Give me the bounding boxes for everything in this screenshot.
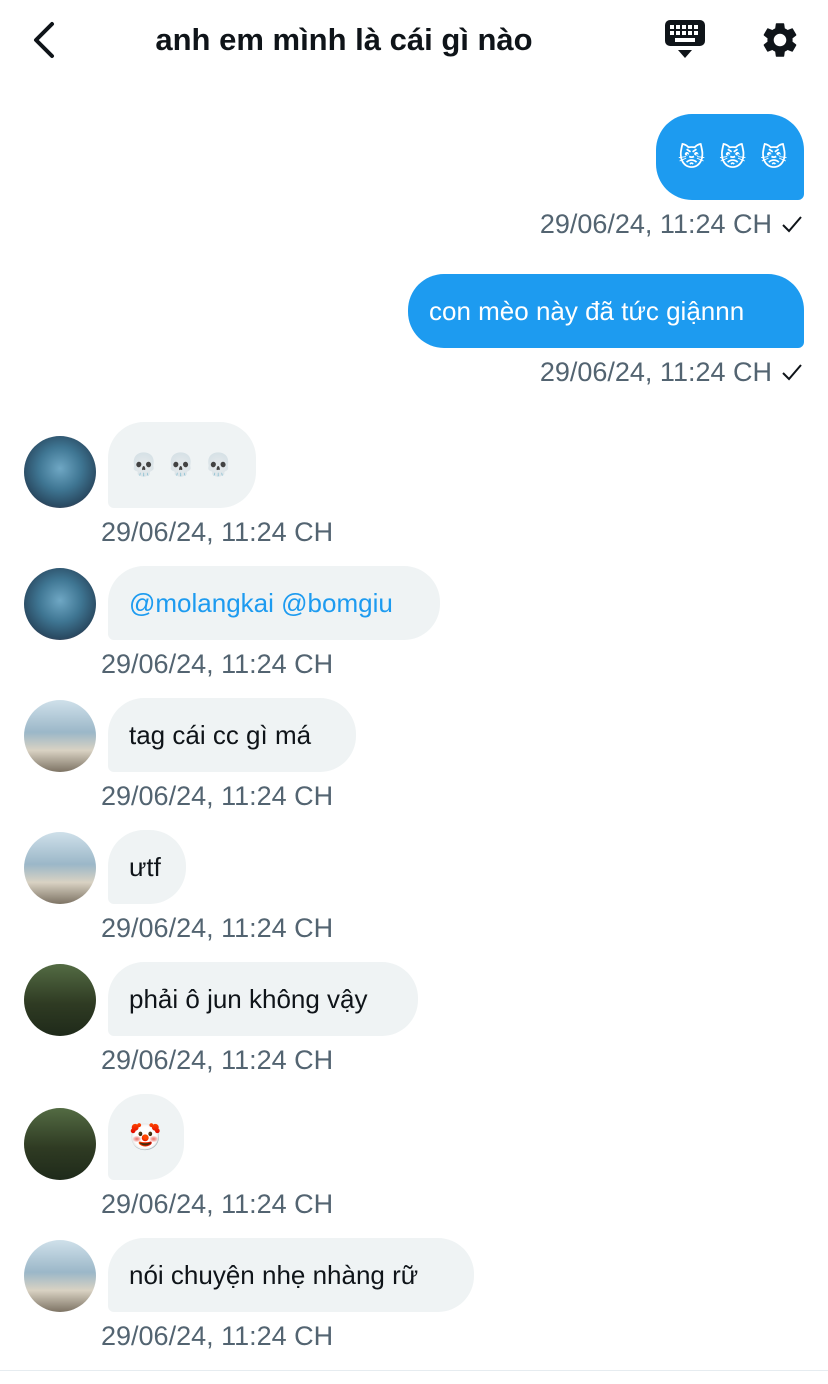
- conversation-header: anh em mình là cái gì nào: [0, 0, 828, 84]
- message-timestamp: 29/06/24, 11:24 CH: [540, 355, 804, 389]
- message-text: phải ô jun không vậy: [129, 984, 368, 1014]
- settings-button[interactable]: [754, 16, 806, 64]
- incoming-message-bubble[interactable]: tag cái cc gì má: [108, 698, 356, 772]
- pouting-cat-emoji: 😾: [678, 142, 706, 172]
- skull-emoji: 💀: [130, 452, 158, 477]
- pouting-cat-emoji: 😾: [719, 142, 747, 172]
- message-timestamp: 29/06/24, 11:24 CH: [101, 1189, 334, 1219]
- outgoing-message-bubble[interactable]: 😾 😾 😾: [656, 114, 804, 200]
- message-timestamp: 29/06/24, 11:24 CH: [101, 913, 334, 943]
- clown-emoji: 🤡: [129, 1122, 162, 1152]
- incoming-message-bubble[interactable]: @molangkai @bomgiu: [108, 566, 440, 640]
- composer-divider: [0, 1370, 828, 1371]
- check-icon: [782, 216, 802, 233]
- message-timestamp: 29/06/24, 11:24 CH: [101, 781, 334, 811]
- avatar[interactable]: [24, 832, 96, 904]
- message-text: ưtf: [129, 852, 161, 882]
- incoming-message-bubble[interactable]: nói chuyện nhẹ nhàng rữ: [108, 1238, 474, 1312]
- message-timestamp: 29/06/24, 11:24 CH: [101, 649, 334, 679]
- avatar[interactable]: [24, 1240, 96, 1312]
- incoming-message-bubble[interactable]: 💀 💀 💀: [108, 422, 256, 508]
- keyboard-button[interactable]: [660, 16, 710, 66]
- message-timestamp: 29/06/24, 11:24 CH: [540, 207, 804, 241]
- incoming-message-bubble[interactable]: 🤡: [108, 1094, 184, 1180]
- mention-link[interactable]: @molangkai: [129, 588, 274, 618]
- message-timestamp: 29/06/24, 11:24 CH: [101, 1321, 334, 1351]
- timestamp-text: 29/06/24, 11:24 CH: [539, 209, 772, 239]
- incoming-message-bubble[interactable]: phải ô jun không vậy: [108, 962, 418, 1036]
- avatar[interactable]: [24, 1108, 96, 1180]
- skull-emoji: 💀: [167, 452, 195, 477]
- back-button[interactable]: [22, 18, 66, 62]
- keyboard-icon: [665, 20, 705, 58]
- avatar[interactable]: [24, 568, 96, 640]
- skull-emoji: 💀: [204, 452, 233, 477]
- conversation-title[interactable]: anh em mình là cái gì nào: [100, 20, 588, 60]
- message-timestamp: 29/06/24, 11:24 CH: [101, 517, 334, 547]
- timestamp-text: 29/06/24, 11:24 CH: [539, 357, 772, 387]
- incoming-message-bubble[interactable]: ưtf: [108, 830, 186, 904]
- avatar[interactable]: [24, 700, 96, 772]
- message-text: tag cái cc gì má: [129, 720, 312, 750]
- message-text: nói chuyện nhẹ nhàng rữ: [129, 1260, 419, 1290]
- gear-icon: [763, 23, 797, 57]
- avatar[interactable]: [24, 436, 96, 508]
- chevron-left-icon: [34, 22, 54, 58]
- message-text: con mèo này đã tức giậnnn: [429, 296, 745, 326]
- avatar[interactable]: [24, 964, 96, 1036]
- check-icon: [782, 364, 802, 381]
- pouting-cat-emoji: 😾: [760, 142, 788, 172]
- outgoing-message-bubble[interactable]: con mèo này đã tức giậnnn: [408, 274, 804, 348]
- mention-link[interactable]: @bomgiu: [281, 588, 393, 618]
- message-timestamp: 29/06/24, 11:24 CH: [101, 1045, 334, 1075]
